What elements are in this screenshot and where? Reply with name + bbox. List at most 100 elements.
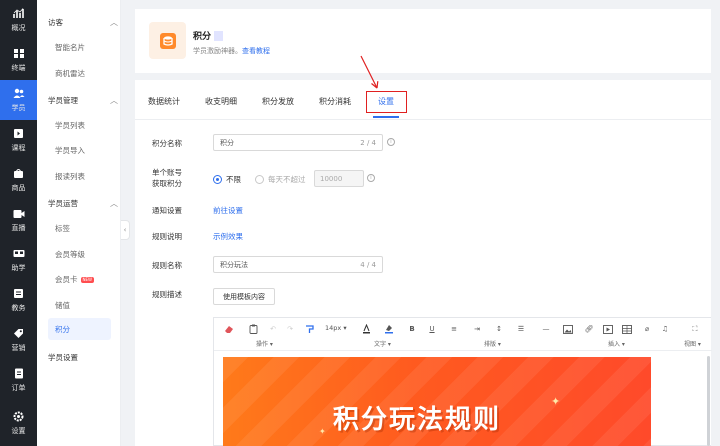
radio-unchecked-icon [255, 175, 264, 184]
menu-item-member-level[interactable]: 会员等级 [55, 249, 85, 260]
format-painter-icon[interactable] [304, 324, 314, 334]
nav-overview[interactable]: 概况 [0, 0, 37, 40]
menu-item-student-list[interactable]: 学员列表 [55, 120, 85, 131]
sparkle-icon: ✦ [319, 427, 326, 436]
chevron-up-icon: ︿ [110, 18, 118, 27]
nav-terminal[interactable]: 终端 [0, 40, 37, 80]
bold-icon[interactable]: B [407, 324, 417, 334]
menu-item-student-import[interactable]: 学员导入 [55, 145, 85, 156]
notify-label: 通知设置 [152, 206, 182, 215]
menu-group-student-settings[interactable]: 学员设置 [48, 352, 118, 363]
menu-group-student-ops[interactable]: 学员运营 ︿ [48, 198, 118, 209]
chevron-up-icon: ︿ [110, 96, 118, 105]
nav-label: 订单 [11, 383, 26, 392]
audio-icon[interactable]: ♫ [660, 324, 670, 334]
nav-goods[interactable]: 商品 [0, 160, 37, 200]
undo-icon[interactable]: ↶ [268, 324, 278, 334]
rich-text-editor[interactable]: ↶ ↷ 14px ▾ B U ≡ ⇥ ↕ ☰ — 🔗︎ ⌀ ♫ ⛶ 操作 ▾ 文… [213, 317, 712, 446]
users-icon [12, 88, 25, 100]
align-icon[interactable]: ≡ [449, 324, 459, 334]
menu-item-stored-value[interactable]: 储值 [55, 300, 70, 311]
menu-item-lead-radar[interactable]: 商机雷达 [55, 68, 85, 79]
underline-icon[interactable]: U [427, 324, 437, 334]
nav-label: 商品 [11, 183, 26, 192]
chevron-up-icon: ︿ [110, 199, 118, 208]
menu-item-points[interactable]: 积分 [48, 318, 111, 340]
toolbar-group-layout[interactable]: 排版 ▾ [484, 339, 501, 348]
editor-scrollbar[interactable] [707, 356, 710, 446]
redo-icon[interactable]: ↷ [285, 324, 295, 334]
nav-live[interactable]: 直播 [0, 200, 37, 240]
menu-item-member-card[interactable]: 会员卡 NEW [55, 274, 94, 285]
radio-daily-limit[interactable]: 每天不超过 [255, 174, 306, 185]
highlight-color-icon[interactable] [384, 324, 394, 334]
nav-study[interactable]: 助学 [0, 240, 37, 280]
menu-item-enrollment-list[interactable]: 报读列表 [55, 171, 85, 182]
radio-checked-icon [213, 175, 222, 184]
toolbar-group-operate[interactable]: 操作 ▾ [256, 339, 273, 348]
nav-label: 学员 [11, 103, 26, 112]
font-color-icon[interactable] [361, 324, 371, 334]
nav-settings[interactable]: 设置 [0, 403, 37, 443]
daily-limit-input[interactable]: 10000 [314, 170, 364, 187]
points-name-label: 积分名称 [152, 139, 182, 148]
new-badge: NEW [80, 277, 94, 283]
course-icon [12, 128, 25, 140]
eraser-icon[interactable] [224, 324, 234, 334]
use-template-button[interactable]: 使用模板内容 [213, 288, 275, 305]
rules-banner-image: ✦ ✦ 积分玩法规则 [223, 357, 651, 446]
view-tutorial-link[interactable]: 查看教程 [242, 47, 270, 55]
settings-card: 数据统计 收支明细 积分发放 积分消耗 设置 积分名称 积分 2 / 4 i 单个… [135, 80, 712, 446]
product-header-card: 积分 学员激励神器。查看教程 [135, 9, 711, 73]
example-effect-link[interactable]: 示例效果 [213, 231, 243, 242]
font-size-select[interactable]: 14px ▾ [325, 324, 347, 332]
nav-academic[interactable]: 教务 [0, 280, 37, 320]
live-icon [12, 208, 25, 220]
tab-income-expense[interactable]: 收支明细 [205, 96, 237, 107]
char-count: 4 / 4 [360, 260, 376, 269]
collapse-menu-button[interactable]: ‹ [121, 220, 130, 240]
clipboard-icon[interactable] [248, 324, 258, 334]
image-icon[interactable] [563, 324, 573, 334]
editor-toolbar: ↶ ↷ 14px ▾ B U ≡ ⇥ ↕ ☰ — 🔗︎ ⌀ ♫ ⛶ 操作 ▾ 文… [214, 318, 712, 351]
nav-marketing[interactable]: 营销 [0, 320, 37, 360]
page-title: 积分 [193, 29, 224, 42]
divider-icon[interactable]: — [541, 324, 551, 334]
rule-desc-label: 规则说明 [152, 232, 182, 241]
menu-group-visitor[interactable]: 访客 ︿ [48, 17, 118, 28]
page-subtitle: 学员激励神器。查看教程 [193, 47, 270, 55]
nav-students[interactable]: 学员 [0, 80, 37, 120]
video-icon[interactable] [603, 324, 613, 334]
marketing-icon [12, 328, 25, 340]
points-name-input[interactable]: 积分 2 / 4 [213, 134, 383, 151]
chart-icon [12, 8, 25, 20]
tab-data-stats[interactable]: 数据统计 [148, 96, 180, 107]
fullscreen-icon[interactable]: ⛶ [690, 324, 700, 334]
sparkle-icon: ✦ [551, 395, 561, 408]
menu-item-smart-card[interactable]: 智能名片 [55, 42, 85, 53]
attachment-icon[interactable]: ⌀ [642, 324, 652, 334]
nav-order[interactable]: 订单 [0, 360, 37, 400]
goto-settings-link[interactable]: 前往设置 [213, 205, 243, 216]
indent-icon[interactable]: ⇥ [472, 324, 482, 334]
goods-icon [12, 168, 25, 180]
tab-points-issue[interactable]: 积分发放 [262, 96, 294, 107]
nav-label: 终端 [11, 63, 26, 72]
toolbar-group-insert[interactable]: 插入 ▾ [608, 339, 625, 348]
info-icon[interactable]: i [387, 138, 395, 146]
radio-unlimited[interactable]: 不限 [213, 174, 241, 185]
nav-course[interactable]: 课程 [0, 120, 37, 160]
line-height-icon[interactable]: ↕ [494, 324, 504, 334]
info-icon[interactable]: i [367, 174, 375, 182]
tab-points-consume[interactable]: 积分消耗 [319, 96, 351, 107]
menu-group-student-mgmt[interactable]: 学员管理 ︿ [48, 95, 118, 106]
char-count: 2 / 4 [360, 138, 376, 147]
tab-bar: 数据统计 收支明细 积分发放 积分消耗 设置 [135, 80, 711, 120]
table-icon[interactable] [622, 324, 632, 334]
toolbar-group-view[interactable]: 视图 ▾ [684, 339, 701, 348]
toolbar-group-text[interactable]: 文字 ▾ [374, 339, 391, 348]
rule-name-input[interactable]: 积分玩法 4 / 4 [213, 256, 383, 273]
paragraph-spacing-icon[interactable]: ☰ [516, 324, 526, 334]
link-icon[interactable]: 🔗︎ [584, 324, 594, 334]
menu-item-tags[interactable]: 标签 [55, 223, 70, 234]
